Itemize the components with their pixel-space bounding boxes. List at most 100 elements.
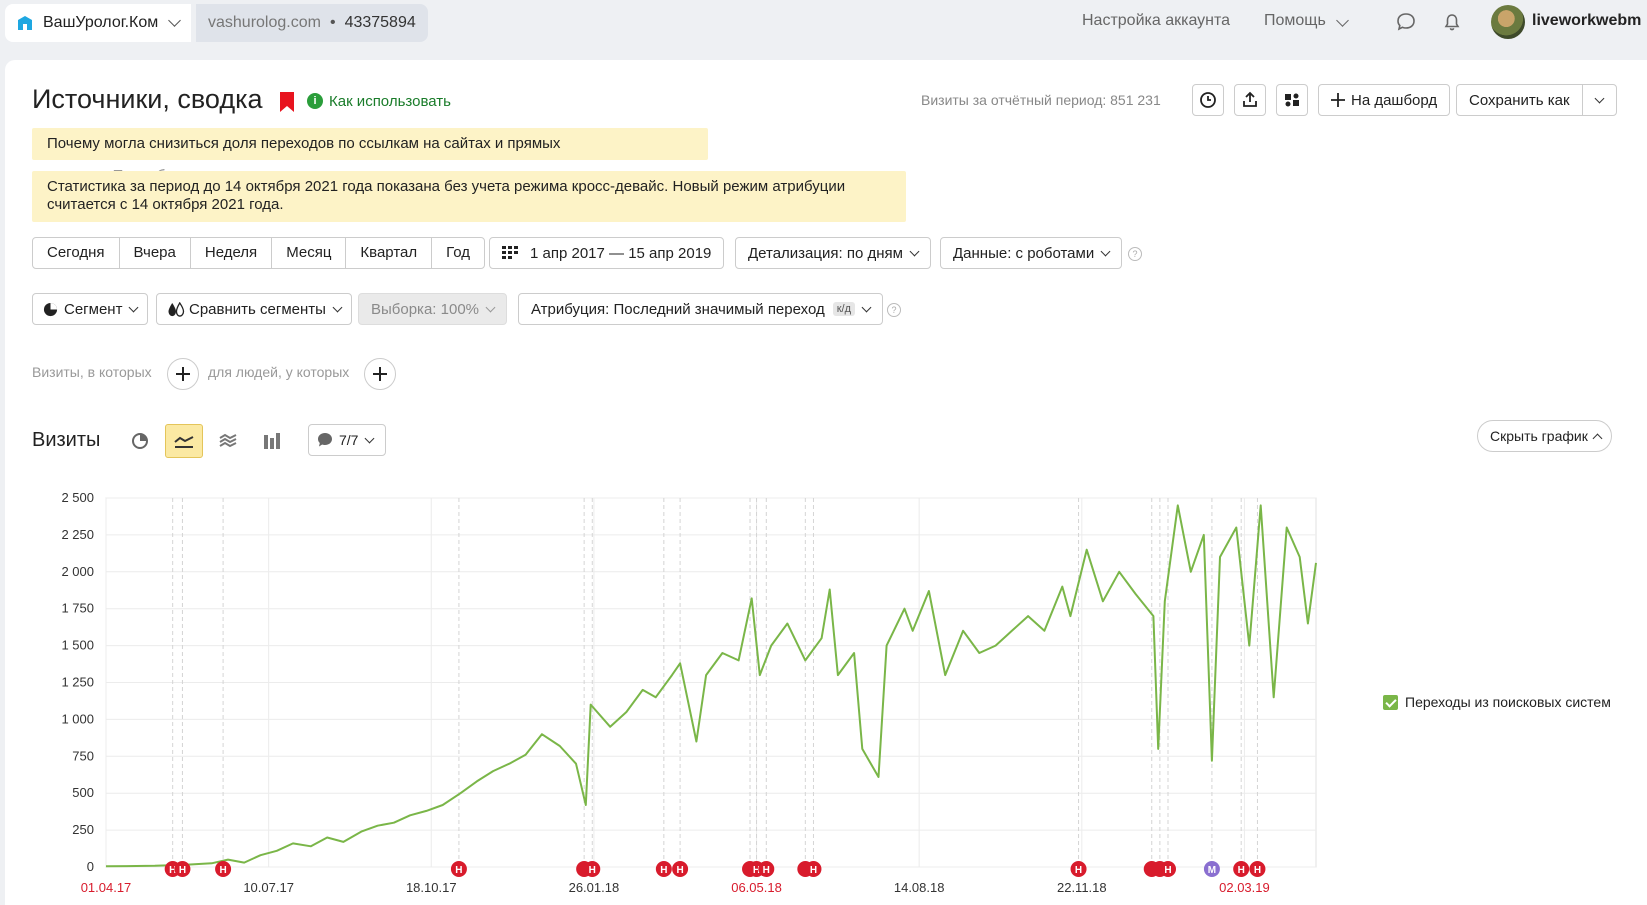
attribution-label: Атрибуция: Последний значимый переход [531,300,825,318]
period-year[interactable]: Год [432,238,484,268]
chevron-down-icon [861,302,872,312]
help-label: Помощь [1264,12,1326,29]
chevron-down-icon [1335,14,1349,27]
drop-notice: Почему могла снизиться доля переходов по… [32,128,708,184]
period-today[interactable]: Сегодня [33,238,120,268]
data-label: Данные: с роботами [953,244,1095,262]
period-selector: Сегодня Вчера Неделя Месяц Квартал Год [32,237,486,269]
compare-view-button[interactable] [1276,84,1308,116]
chevron-down-icon [365,433,375,443]
sample-label: Выборка: 100% [371,300,479,318]
avatar[interactable] [1491,5,1525,39]
clock-icon [1200,92,1216,108]
sample-dropdown: Выборка: 100% [358,293,507,325]
y-tick-label: 250 [72,822,94,837]
period-yesterday[interactable]: Вчера [120,238,191,268]
annotation-marker-label: H [219,865,226,876]
plus-icon [1331,93,1345,107]
chat-icon[interactable] [1396,12,1416,32]
annotation-marker-label: H [810,865,817,876]
drops-icon [168,301,185,317]
annotation-marker-label: M [1208,865,1216,876]
segment-dropdown[interactable]: Сегмент [32,293,149,325]
save-as-button[interactable]: Сохранить как [1456,84,1583,116]
history-button[interactable] [1192,84,1224,116]
how-to-use-link[interactable]: Как использовать [329,93,451,110]
pie-view-button[interactable] [121,424,159,458]
area-view-button[interactable] [209,424,247,458]
x-tick-label: 02.03.19 [1219,880,1270,895]
segment-label: Сегмент [64,300,123,318]
date-range-button[interactable]: 1 апр 2017 — 15 апр 2019 [489,237,725,269]
shapes-icon [1285,93,1299,107]
help-menu[interactable]: Помощь [1264,12,1349,30]
y-tick-label: 2 500 [61,490,94,505]
chevron-up-icon [1592,433,1603,443]
x-tick-label: 01.04.17 [81,880,132,895]
y-tick-label: 1 500 [61,638,94,653]
account-settings-link[interactable]: Настройка аккаунта [1082,12,1230,30]
y-tick-label: 0 [87,859,94,874]
counter-info[interactable]: vashurolog.com • 43375894 [196,4,428,42]
add-people-condition-button[interactable] [364,358,396,390]
y-tick-label: 2 250 [61,527,94,542]
attribution-dropdown[interactable]: Атрибуция: Последний значимый переход к/д [518,293,884,325]
data-dropdown[interactable]: Данные: с роботами [940,237,1123,269]
x-tick-label: 14.08.18 [894,880,945,895]
line-chart-icon [174,436,194,448]
legend-checkbox[interactable] [1383,694,1398,710]
pie-icon [43,302,58,316]
stats-notice-line1: Статистика за период до 14 октября 2021 … [47,178,846,195]
annotation-marker-label: H [1075,865,1082,876]
annotation-marker-label: H [1238,865,1245,876]
stats-notice: Статистика за период до 14 октября 2021 … [32,171,906,222]
counter-id: 43375894 [344,14,416,31]
bell-icon[interactable] [1442,12,1462,32]
export-button[interactable] [1234,84,1266,116]
y-tick-label: 750 [72,748,94,763]
detail-label: Детализация: по дням [748,244,903,262]
help-icon[interactable]: ? [1128,247,1142,261]
stacked-area-icon [219,433,237,448]
help-icon[interactable]: ? [887,303,901,317]
y-tick-label: 1 250 [61,675,94,690]
y-tick-label: 1 000 [61,711,94,726]
site-name: ВашУролог.Ком [43,14,159,31]
legend-label: Переходы из поисковых систем [1405,694,1611,710]
stats-notice-line2: считается с 14 октября 2021 года. [47,196,284,213]
date-range-label: 1 апр 2017 — 15 апр 2019 [530,244,712,262]
annotation-marker-label: H [1164,865,1171,876]
notes-dropdown[interactable]: 7/7 [308,424,386,456]
hide-chart-button[interactable]: Скрыть график [1477,420,1612,452]
chevron-down-icon [1100,246,1111,256]
page-title: Источники, сводка [32,84,263,114]
to-dashboard-label: На дашборд [1351,91,1438,109]
period-week[interactable]: Неделя [191,238,273,268]
annotation-marker-label: H [589,865,596,876]
chevron-down-icon [485,302,496,312]
home-icon [18,16,32,30]
x-tick-label: 10.07.17 [243,880,294,895]
period-quarter[interactable]: Квартал [346,238,433,268]
annotation-marker-label: H [1254,865,1261,876]
bar-view-button[interactable] [253,424,291,458]
line-view-button[interactable] [165,424,203,458]
period-month[interactable]: Месяц [272,238,347,268]
series-line [105,504,1317,868]
username[interactable]: liveworkwebm [1532,12,1641,30]
attribution-badge: к/д [832,302,856,316]
bar-chart-icon [264,433,280,449]
to-dashboard-button[interactable]: На дашборд [1318,84,1451,116]
calendar-icon [502,246,518,259]
y-tick-label: 2 000 [61,564,94,579]
detail-dropdown[interactable]: Детализация: по дням [735,237,931,269]
compare-segments-dropdown[interactable]: Сравнить сегменты [156,293,352,325]
site-selector[interactable]: ВашУролог.Ком [5,4,192,42]
x-tick-label: 06.05.18 [731,880,782,895]
add-visit-condition-button[interactable] [167,358,199,390]
notes-count: 7/7 [339,432,359,448]
x-tick-label: 26.01.18 [569,880,620,895]
bookmark-icon[interactable] [280,92,294,112]
save-as-dropdown[interactable] [1582,84,1617,116]
annotation-marker-label: H [660,865,667,876]
